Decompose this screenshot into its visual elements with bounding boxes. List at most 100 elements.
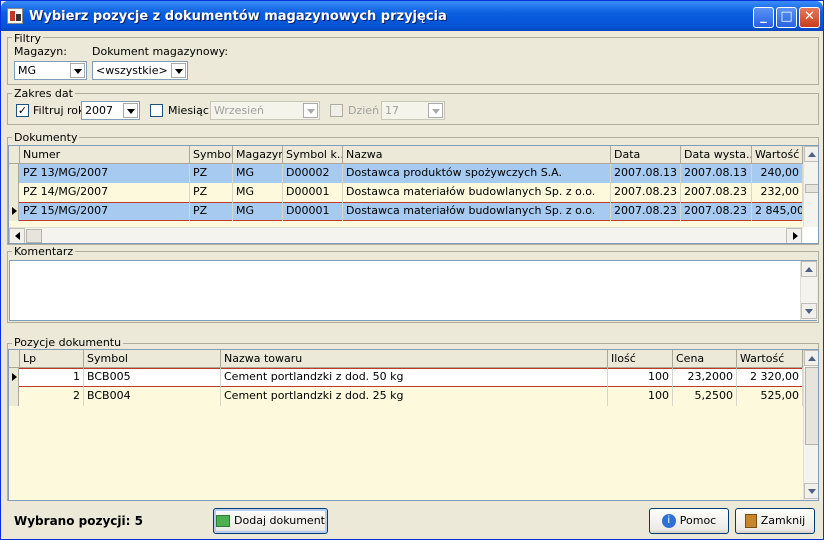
warehouse-label: Magazyn:	[14, 45, 67, 58]
table-row[interactable]: 1 BCB005 Cement portlandzki z dod. 50 kg…	[9, 368, 803, 387]
positions-vscroll[interactable]	[803, 350, 818, 500]
day-label: Dzień	[348, 104, 380, 117]
help-label: Pomoc	[679, 514, 717, 527]
cell-magazyn: MG	[233, 164, 283, 183]
scroll-right-icon[interactable]	[786, 228, 802, 243]
col-numer[interactable]: Numer	[20, 146, 190, 164]
col-nazwa[interactable]: Nazwa	[343, 146, 611, 164]
maximize-button[interactable]: □	[776, 7, 797, 28]
table-row[interactable]: PZ 13/MG/2007 PZ MG D00002 Dostawca prod…	[9, 164, 803, 183]
cell-data: 2007.08.23	[611, 202, 681, 221]
title-bar[interactable]: Wybierz pozycje z dokumentów magazynowyc…	[1, 1, 823, 31]
warehouse-select[interactable]: MG	[14, 61, 87, 80]
info-icon: i	[661, 514, 676, 528]
scroll-thumb[interactable]	[26, 229, 42, 243]
table-row[interactable]: 2 BCB004 Cement portlandzki z dod. 25 kg…	[9, 387, 803, 406]
scroll-left-icon[interactable]	[9, 228, 25, 243]
row-indicator	[9, 202, 19, 221]
scroll-down-icon[interactable]	[804, 483, 818, 499]
comment-textarea[interactable]	[9, 260, 817, 321]
col-cena[interactable]: Cena	[673, 350, 737, 368]
day-checkbox[interactable]	[330, 104, 343, 117]
minimize-button[interactable]: _	[753, 7, 774, 28]
chevron-down-icon[interactable]	[123, 103, 138, 118]
col-wartosc[interactable]: Wartość	[752, 146, 803, 164]
col-nazwa-towaru[interactable]: Nazwa towaru	[221, 350, 608, 368]
header-indicator	[9, 350, 20, 368]
chevron-down-icon[interactable]	[171, 63, 186, 78]
day-value: 17	[385, 104, 399, 117]
documents-vscroll[interactable]	[803, 146, 818, 227]
month-select[interactable]: Wrzesień	[210, 101, 320, 120]
scroll-thumb[interactable]	[805, 367, 818, 445]
col-magazyn[interactable]: Magazyn	[233, 146, 283, 164]
positions-group-label: Pozycje dokumentu	[12, 336, 124, 349]
col-lp[interactable]: Lp	[20, 350, 84, 368]
scroll-thumb[interactable]	[805, 184, 818, 193]
cell-cena: 23,2000	[673, 368, 737, 387]
col-ilosc[interactable]: Ilość	[608, 350, 673, 368]
add-document-button[interactable]: Dodaj dokument	[213, 508, 328, 534]
header-indicator	[9, 146, 20, 164]
maximize-icon: □	[780, 9, 793, 24]
col-symbol[interactable]: Symbol	[190, 146, 233, 164]
scroll-up-icon[interactable]	[804, 350, 818, 366]
table-row[interactable]: PZ 15/MG/2007 PZ MG D00001 Dostawca mate…	[9, 202, 803, 221]
cell-symbol-k: D00002	[283, 164, 343, 183]
cell-symbol: BCB005	[84, 368, 221, 387]
cell-numer: PZ 15/MG/2007	[20, 202, 190, 221]
cell-data-wystawienia: 2007.08.23	[681, 202, 752, 221]
documents-hscroll[interactable]	[9, 227, 803, 243]
scroll-up-icon[interactable]	[801, 261, 817, 277]
cell-nazwa-towaru: Cement portlandzki z dod. 25 kg	[221, 387, 608, 406]
month-checkbox[interactable]	[150, 104, 163, 117]
cell-symbol: PZ	[190, 164, 233, 183]
chevron-down-icon[interactable]	[70, 63, 85, 78]
scroll-up-icon[interactable]	[804, 146, 818, 162]
help-button[interactable]: i Pomoc	[649, 508, 729, 534]
window-title: Wybierz pozycje z dokumentów magazynowyc…	[29, 9, 447, 24]
filter-year-checkbox[interactable]: ✓	[16, 104, 29, 117]
cell-symbol-k: D00001	[283, 202, 343, 221]
cell-nazwa: Dostawca materiałów budowlanych Sp. z o.…	[343, 202, 611, 221]
cell-numer: PZ 13/MG/2007	[20, 164, 190, 183]
cell-cena: 5,2500	[673, 387, 737, 406]
add-document-label: Dodaj dokument	[234, 514, 325, 527]
exit-door-icon	[744, 514, 757, 528]
col-data[interactable]: Data	[611, 146, 681, 164]
comment-group-label: Komentarz	[12, 245, 76, 258]
cell-ilosc: 100	[608, 368, 673, 387]
day-select[interactable]: 17	[381, 101, 445, 120]
cell-wartosc: 525,00	[737, 387, 803, 406]
cell-lp: 1	[20, 368, 84, 387]
cell-wartosc: 2 320,00	[737, 368, 803, 387]
positions-grid[interactable]: Lp Symbol Nazwa towaru Ilość Cena Wartoś…	[8, 349, 819, 501]
cell-numer: PZ 14/MG/2007	[20, 183, 190, 202]
filters-group-label: Filtry	[12, 32, 43, 45]
table-row[interactable]: PZ 14/MG/2007 PZ MG D00001 Dostawca mate…	[9, 183, 803, 202]
dialog-window: Wybierz pozycje z dokumentów magazynowyc…	[0, 0, 824, 540]
date-range-group-label: Zakres dat	[12, 87, 75, 100]
col-symbol[interactable]: Symbol	[84, 350, 221, 368]
year-select[interactable]: 2007	[81, 101, 140, 120]
document-type-select[interactable]: <wszystkie>	[92, 61, 188, 80]
documents-group-label: Dokumenty	[12, 131, 80, 144]
cell-data: 2007.08.13	[611, 164, 681, 183]
warehouse-value: MG	[18, 64, 37, 77]
comment-vscroll[interactable]	[800, 261, 817, 320]
cell-symbol-k: D00001	[283, 183, 343, 202]
col-symbol-k[interactable]: Symbol k...	[283, 146, 343, 164]
cell-wartosc: 232,00	[752, 183, 803, 202]
row-indicator	[9, 183, 19, 202]
cell-nazwa: Dostawca materiałów budowlanych Sp. z o.…	[343, 183, 611, 202]
chevron-down-icon[interactable]	[303, 103, 318, 118]
close-dialog-button[interactable]: Zamknij	[735, 508, 815, 534]
minimize-icon: _	[760, 9, 767, 24]
col-wartosc[interactable]: Wartość	[737, 350, 803, 368]
scroll-down-icon[interactable]	[801, 303, 817, 319]
close-button[interactable]: ✕	[799, 7, 820, 28]
cell-magazyn: MG	[233, 183, 283, 202]
chevron-down-icon[interactable]	[428, 103, 443, 118]
col-data-wystawienia[interactable]: Data wysta...	[681, 146, 752, 164]
documents-grid[interactable]: Numer Symbol Magazyn Symbol k... Nazwa D…	[8, 145, 819, 244]
